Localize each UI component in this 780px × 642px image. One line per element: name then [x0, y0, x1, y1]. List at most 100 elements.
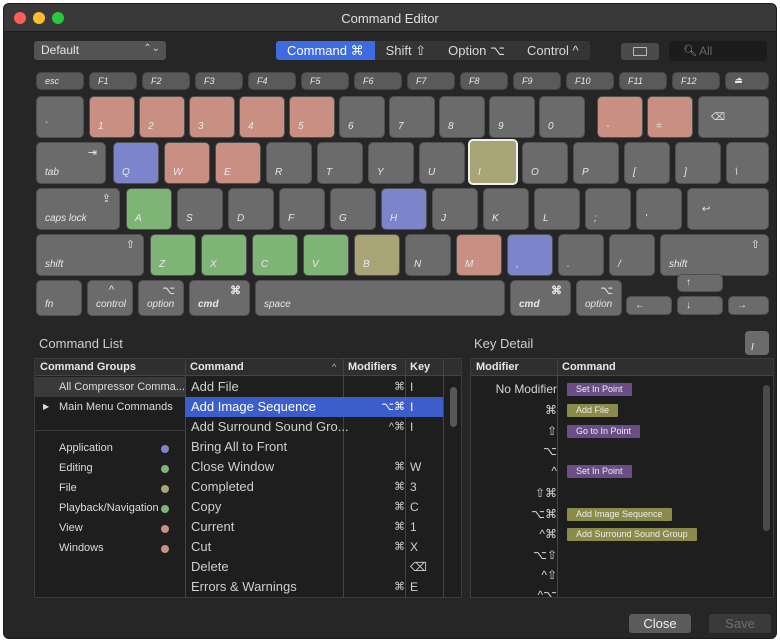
key-f11[interactable]: F11	[619, 72, 667, 90]
key-7[interactable]: 7	[389, 96, 435, 138]
keyboard-view-button[interactable]	[621, 43, 659, 60]
key-f8[interactable]: F8	[460, 72, 508, 90]
command-row[interactable]: Delete ⌫	[185, 557, 443, 577]
key-f9[interactable]: F9	[513, 72, 561, 90]
category-application[interactable]: Application	[35, 438, 185, 458]
key-equals[interactable]: =	[647, 96, 693, 138]
key-d[interactable]: D	[228, 188, 274, 230]
command-row[interactable]: Cut ⌘ X	[185, 537, 443, 557]
key-f[interactable]: F	[279, 188, 325, 230]
key-comma[interactable]: ,	[507, 234, 553, 276]
key-cmd-right[interactable]: ⌘ cmd	[510, 280, 571, 316]
key-b[interactable]: B	[354, 234, 400, 276]
command-row[interactable]: Completed ⌘ 3	[185, 477, 443, 497]
group-all-commands[interactable]: All Compressor Comma...	[35, 377, 185, 397]
key-i-selected[interactable]: I	[468, 139, 518, 185]
key-option-right[interactable]: ⌥ option	[576, 280, 622, 316]
command-row[interactable]: Copy ⌘ C	[185, 497, 443, 517]
key-u[interactable]: U	[419, 142, 465, 184]
key-h[interactable]: H	[381, 188, 427, 230]
key-fn[interactable]: fn	[36, 280, 82, 316]
preset-selector[interactable]: Default ⌃⌄	[34, 41, 166, 60]
detail-command-header[interactable]: Command	[557, 359, 773, 376]
key-e[interactable]: E	[215, 142, 261, 184]
key-3[interactable]: 3	[189, 96, 235, 138]
key-r[interactable]: R	[266, 142, 312, 184]
key-1[interactable]: 1	[89, 96, 135, 138]
key-return[interactable]: ↩	[687, 188, 769, 230]
key-backtick[interactable]: `	[36, 96, 84, 138]
command-tag[interactable]: Add Image Sequence	[567, 508, 672, 521]
key-2[interactable]: 2	[139, 96, 185, 138]
key-tab[interactable]: ⇥ tab	[36, 142, 106, 184]
key-f5[interactable]: F5	[301, 72, 349, 90]
command-column-header[interactable]: Command	[185, 359, 343, 376]
key-t[interactable]: T	[317, 142, 363, 184]
key-o[interactable]: O	[522, 142, 568, 184]
key-f4[interactable]: F4	[248, 72, 296, 90]
category-file[interactable]: File	[35, 478, 185, 498]
key-9[interactable]: 9	[489, 96, 535, 138]
key-m[interactable]: M	[456, 234, 502, 276]
key-f7[interactable]: F7	[407, 72, 455, 90]
category-playback[interactable]: Playback/Navigation	[35, 498, 185, 518]
key-y[interactable]: Y	[368, 142, 414, 184]
modifiers-column-header[interactable]: Modifiers	[343, 359, 405, 376]
command-row[interactable]: Current ⌘ 1	[185, 517, 443, 537]
key-column-header[interactable]: Key	[405, 359, 461, 376]
command-tag[interactable]: Add File	[567, 404, 619, 417]
key-w[interactable]: W	[164, 142, 210, 184]
category-windows[interactable]: Windows	[35, 538, 185, 558]
key-l[interactable]: L	[534, 188, 580, 230]
key-minus[interactable]: -	[597, 96, 643, 138]
close-button[interactable]: Close	[629, 614, 691, 633]
key-f1[interactable]: F1	[89, 72, 137, 90]
command-row[interactable]: Errors & Warnings ⌘ E	[185, 577, 443, 597]
modifier-shift-button[interactable]: Shift ⇧	[375, 41, 438, 60]
modifier-column-header[interactable]: Modifier	[471, 359, 557, 376]
key-arrow-up[interactable]: ↑	[677, 274, 723, 292]
search-field[interactable]: 🔍︎ All	[669, 41, 767, 61]
key-f6[interactable]: F6	[354, 72, 402, 90]
key-left-bracket[interactable]: [	[624, 142, 670, 184]
key-f12[interactable]: F12	[672, 72, 720, 90]
key-arrow-down[interactable]: ↓	[677, 296, 723, 315]
key-6[interactable]: 6	[339, 96, 385, 138]
key-cmd-left[interactable]: ⌘ cmd	[189, 280, 250, 316]
key-slash[interactable]: /	[609, 234, 655, 276]
key-arrow-left[interactable]: ←	[626, 296, 672, 315]
key-s[interactable]: S	[177, 188, 223, 230]
key-quote[interactable]: '	[636, 188, 682, 230]
command-row[interactable]: Close Window ⌘ W	[185, 457, 443, 477]
key-a[interactable]: A	[126, 188, 172, 230]
key-0[interactable]: 0	[539, 96, 585, 138]
key-shift-right[interactable]: ⇧ shift	[660, 234, 769, 276]
key-backslash[interactable]: \	[726, 142, 769, 184]
key-n[interactable]: N	[405, 234, 451, 276]
key-caps-lock[interactable]: ⇪ caps lock	[36, 188, 120, 230]
key-4[interactable]: 4	[239, 96, 285, 138]
key-p[interactable]: P	[573, 142, 619, 184]
save-button[interactable]: Save	[709, 614, 771, 633]
key-x[interactable]: X	[201, 234, 247, 276]
disclosure-triangle-icon[interactable]: ▶	[43, 397, 49, 417]
key-5[interactable]: 5	[289, 96, 335, 138]
key-period[interactable]: .	[558, 234, 604, 276]
command-row[interactable]: Add Surround Sound Gro... ^⌘ I	[185, 417, 443, 437]
key-f2[interactable]: F2	[142, 72, 190, 90]
key-eject[interactable]: ⏏	[725, 72, 769, 90]
key-semicolon[interactable]: ;	[585, 188, 631, 230]
key-delete[interactable]: ⌫	[698, 96, 769, 138]
command-tag[interactable]: Add Surround Sound Group	[567, 528, 697, 541]
category-view[interactable]: View	[35, 518, 185, 538]
modifier-option-button[interactable]: Option ⌥	[437, 41, 516, 60]
command-list-scrollbar[interactable]	[450, 387, 457, 427]
command-groups-header[interactable]: Command Groups	[35, 359, 185, 376]
key-f3[interactable]: F3	[195, 72, 243, 90]
key-f10[interactable]: F10	[566, 72, 614, 90]
group-main-menu[interactable]: ▶ Main Menu Commands	[35, 397, 185, 417]
key-c[interactable]: C	[252, 234, 298, 276]
command-row[interactable]: Add File ⌘ I	[185, 377, 443, 397]
key-right-bracket[interactable]: ]	[675, 142, 721, 184]
command-tag[interactable]: Set In Point	[567, 465, 632, 478]
